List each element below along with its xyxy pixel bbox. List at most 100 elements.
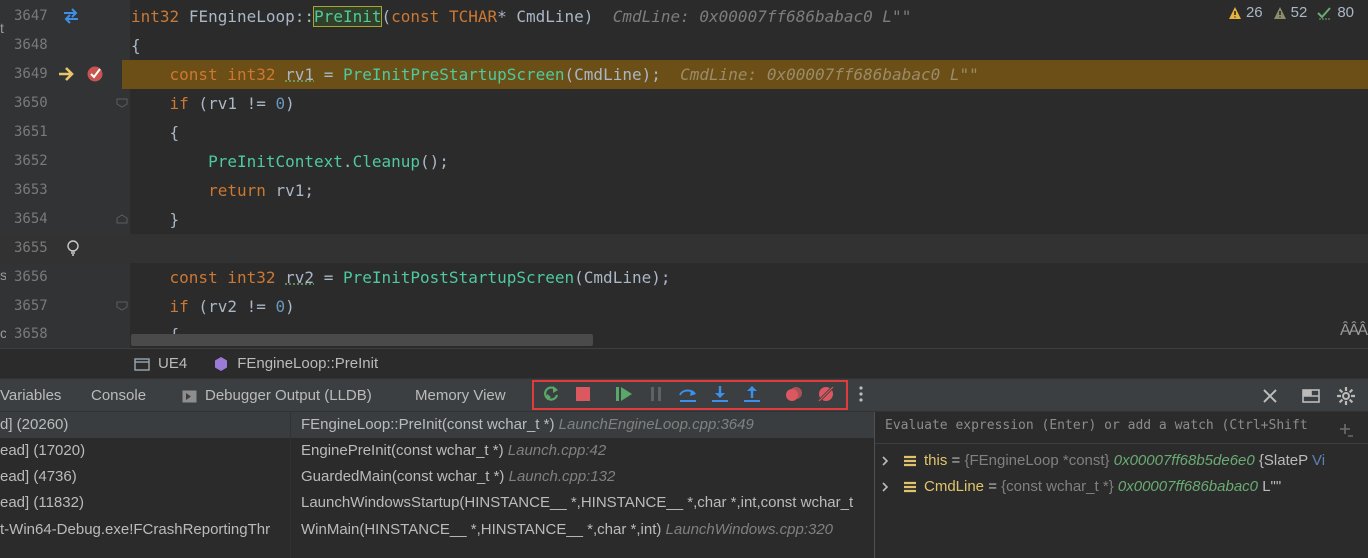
watch-name: CmdLine	[924, 478, 985, 495]
evaluate-expression-input[interactable]	[885, 418, 1325, 433]
breakpoint-icon[interactable]	[86, 65, 104, 83]
horizontal-scrollbar[interactable]	[131, 334, 593, 346]
code-editor[interactable]: t d s c 3647 int32 FEngineLoop::PreInit(…	[0, 0, 1368, 348]
execution-point-arrow-icon	[59, 67, 74, 81]
close-icon[interactable]	[1260, 386, 1280, 406]
code-text[interactable]: PreInitContext.Cleanup();	[131, 147, 449, 176]
stack-frames-pane[interactable]: FEngineLoop::PreInit(const wchar_t *) La…	[291, 412, 875, 558]
tab-memory-view[interactable]: Memory View	[415, 379, 506, 413]
warning-icon	[1228, 6, 1241, 19]
code-text[interactable]: }	[131, 205, 180, 234]
tab-console[interactable]: Console	[91, 379, 146, 413]
watch-address: 0x00007ff68b5de6e0	[1113, 452, 1255, 469]
code-text[interactable]: const int32 rv2 = PreInitPostStartupScre…	[131, 263, 671, 292]
thread-row[interactable]: ead] (4736)	[0, 464, 290, 490]
code-line: 3650 if (rv1 != 0)	[0, 89, 1368, 118]
thread-row[interactable]: ead] (11832)	[0, 490, 290, 516]
code-text[interactable]: if (rv2 != 0)	[131, 292, 295, 321]
step-over-icon[interactable]	[678, 384, 698, 404]
thread-row[interactable]: t-Win64-Debug.exe!FCrashReportingThr	[0, 517, 290, 543]
more-options-icon[interactable]	[851, 384, 871, 404]
rerun-icon[interactable]	[541, 384, 561, 404]
project-icon	[134, 357, 150, 371]
override-navigation-icon[interactable]	[62, 7, 80, 25]
step-into-icon[interactable]	[710, 384, 730, 404]
line-number: 3649	[14, 66, 48, 82]
view-link: Vi	[1312, 452, 1326, 469]
watch-name: this	[924, 452, 948, 469]
step-out-icon[interactable]	[742, 384, 762, 404]
line-number: 3654	[14, 211, 48, 227]
watch-address: 0x00007ff686babac0	[1117, 478, 1259, 495]
execution-line: 3649 const int32 rv1 = PreInitPreStartup…	[0, 60, 1368, 89]
variables-watch-pane: this = {FEngineLoop *const} 0x00007ff68b…	[875, 412, 1368, 558]
stack-frame-row[interactable]: GuardedMain(const wchar_t *) Launch.cpp:…	[291, 464, 874, 490]
debug-toolbar: Variables Console Debugger Output (LLDB)…	[0, 378, 1368, 412]
view-breakpoints-icon[interactable]	[784, 384, 804, 404]
code-text[interactable]: const int32 rv1 = PreInitPreStartupScree…	[131, 60, 979, 89]
pause-icon[interactable]	[646, 384, 666, 404]
code-text[interactable]: {	[131, 118, 180, 147]
line-number: 3655	[14, 240, 48, 256]
stack-frame-row[interactable]: EnginePreInit(const wchar_t *) Launch.cp…	[291, 438, 874, 464]
method-icon	[215, 356, 228, 371]
add-watch-icon[interactable]	[1338, 422, 1354, 438]
tab-debugger-output[interactable]: Debugger Output (LLDB)	[182, 379, 372, 413]
field-icon	[904, 455, 916, 467]
fold-icon[interactable]	[116, 214, 128, 224]
weak-warnings-counter[interactable]: 52	[1273, 4, 1307, 21]
code-line: 3653 return rv1;	[0, 176, 1368, 205]
code-text[interactable]: int32 FEngineLoop::PreInit(const TCHAR* …	[131, 2, 911, 31]
stack-frame-row[interactable]: FEngineLoop::PreInit(const wchar_t *) La…	[291, 412, 874, 438]
watch-type: {const wchar_t *}	[1001, 478, 1114, 495]
line-number: 3657	[14, 298, 48, 314]
watch-row[interactable]: this = {FEngineLoop *const} 0x00007ff68b…	[875, 448, 1368, 474]
code-text[interactable]: if (rv1 != 0)	[131, 89, 295, 118]
stop-icon[interactable]	[573, 384, 593, 404]
code-line: 3654 }	[0, 205, 1368, 234]
code-line: 3657 if (rv2 != 0)	[0, 292, 1368, 321]
fold-icon[interactable]	[116, 98, 128, 108]
code-text[interactable]: {	[131, 31, 141, 60]
resume-icon[interactable]	[614, 384, 634, 404]
lightbulb-icon[interactable]	[64, 239, 82, 257]
mute-breakpoints-icon[interactable]	[816, 384, 836, 404]
line-number: 3647	[14, 8, 48, 24]
reader-mode-icon[interactable]: ÂÂÂ	[1340, 322, 1368, 340]
breadcrumb: UE4 FEngineLoop::PreInit	[0, 348, 1368, 378]
code-line: 3656 const int32 rv2 = PreInitPostStartu…	[0, 263, 1368, 292]
thread-row[interactable]: d] (20260)	[0, 412, 290, 438]
tab-variables[interactable]: Variables	[0, 379, 61, 413]
warnings-counter[interactable]: 26	[1228, 4, 1263, 21]
field-icon	[904, 481, 916, 493]
fold-icon[interactable]	[116, 301, 128, 311]
line-number: 3658	[14, 326, 48, 342]
code-line: 3652 PreInitContext.Cleanup();	[0, 147, 1368, 176]
layout-settings-icon[interactable]	[1301, 386, 1321, 406]
code-line: 3648 {	[0, 31, 1368, 60]
code-line: 3647 int32 FEngineLoop::PreInit(const TC…	[0, 2, 1368, 31]
code-line: 3651 {	[0, 118, 1368, 147]
code-text[interactable]: return rv1;	[131, 176, 314, 205]
expand-arrow-icon[interactable]	[880, 456, 890, 466]
inline-value-hint: CmdLine: 0x00007ff686babac0 L""	[680, 65, 979, 84]
watch-row[interactable]: CmdLine = {const wchar_t *} 0x00007ff686…	[875, 474, 1368, 500]
typo-check-icon	[1317, 6, 1332, 19]
watch-type: {FEngineLoop *const}	[964, 452, 1110, 469]
line-number: 3652	[14, 153, 48, 169]
inline-value-hint: CmdLine: 0x00007ff686babac0 L""	[612, 7, 912, 26]
breadcrumb-project[interactable]: UE4	[134, 355, 187, 372]
threads-pane[interactable]: d] (20260) ead] (17020) ead] (4736) ead]…	[0, 412, 291, 558]
expand-arrow-icon[interactable]	[880, 482, 890, 492]
line-number: 3651	[14, 124, 48, 140]
typos-counter[interactable]: 80	[1317, 4, 1354, 21]
gear-icon[interactable]	[1336, 386, 1356, 406]
stack-frame-row[interactable]: WinMain(HINSTANCE__ *,HINSTANCE__ *,char…	[291, 517, 874, 543]
stack-frame-row[interactable]: LaunchWindowsStartup(HINSTANCE__ *,HINST…	[291, 490, 874, 516]
thread-row[interactable]: ead] (17020)	[0, 438, 290, 464]
inspections-widget[interactable]: 26 52 80	[1228, 4, 1354, 21]
highlighted-symbol: PreInit	[313, 6, 383, 27]
line-number: 3653	[14, 182, 48, 198]
breadcrumb-symbol[interactable]: FEngineLoop::PreInit	[213, 355, 378, 372]
debugger-output-icon	[182, 390, 197, 402]
